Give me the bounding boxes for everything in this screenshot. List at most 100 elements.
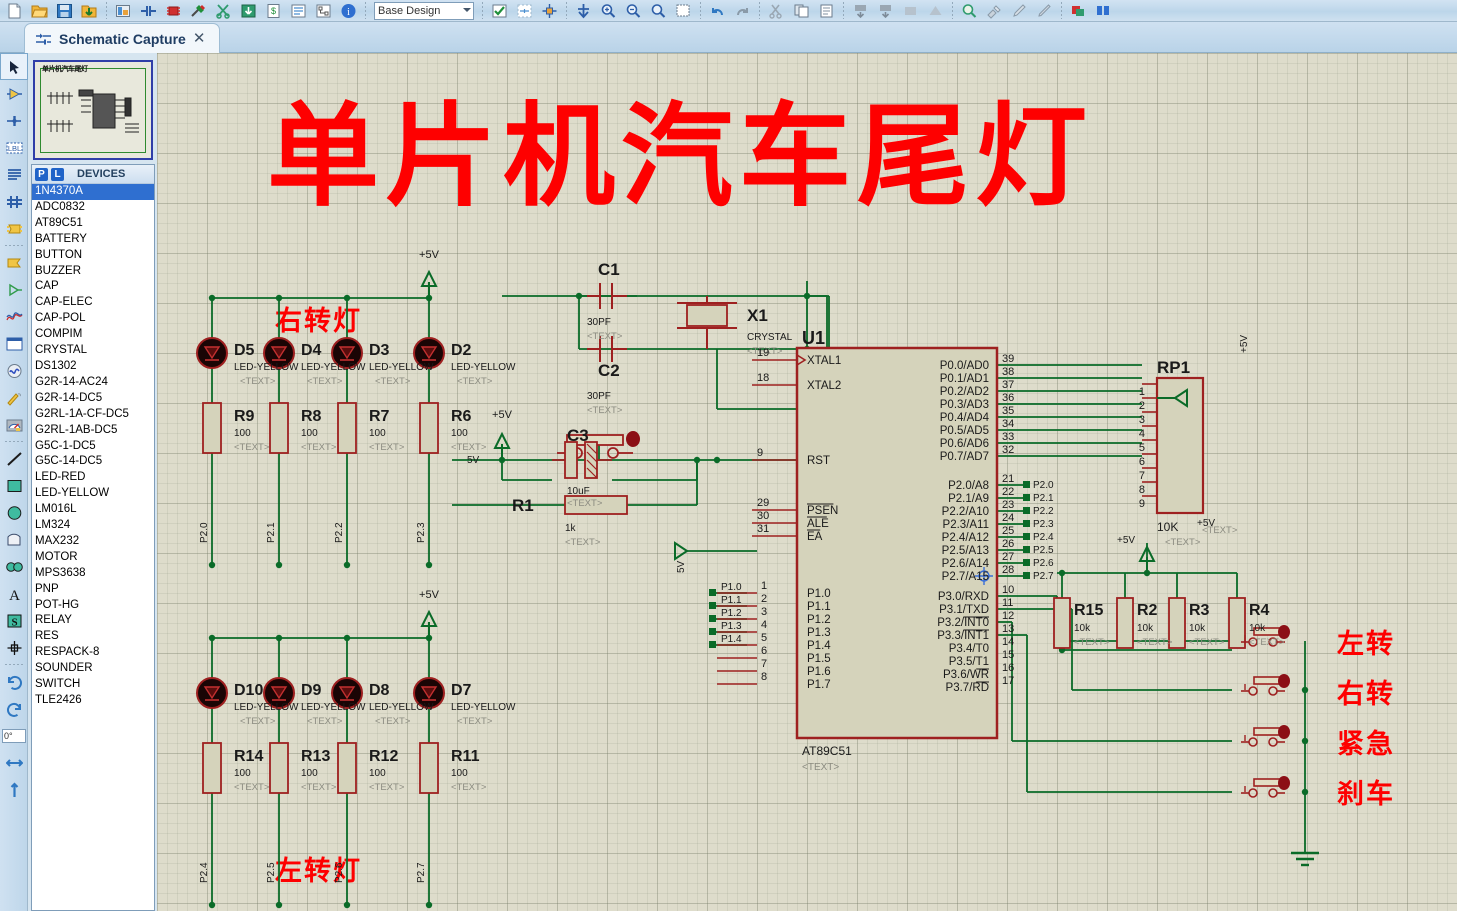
mirror-vertical-button[interactable] bbox=[0, 776, 28, 803]
text-tool-button[interactable]: A bbox=[0, 580, 28, 607]
design-explorer-button[interactable] bbox=[111, 0, 136, 21]
schematic-canvas[interactable]: 单片机汽车尾灯 右转灯 左转灯 左转 右转 紧急 刹车 D5 LED-YELLO… bbox=[157, 53, 1457, 911]
device-list-item[interactable]: MOTOR bbox=[32, 550, 154, 566]
component-mode-button[interactable] bbox=[136, 0, 161, 21]
zoom-fit-button[interactable] bbox=[671, 0, 696, 21]
wire-label-mode-button[interactable]: LBL bbox=[0, 134, 28, 161]
redo-button[interactable] bbox=[730, 0, 755, 21]
device-list-item[interactable]: BATTERY bbox=[32, 232, 154, 248]
graph-mode-button[interactable] bbox=[0, 303, 28, 330]
virtual-instrument-mode-button[interactable] bbox=[0, 411, 28, 438]
block-copy-button[interactable] bbox=[848, 0, 873, 21]
pcb-transfer-button[interactable] bbox=[1066, 0, 1091, 21]
circle-tool-button[interactable] bbox=[0, 499, 28, 526]
annotate-button[interactable] bbox=[1007, 0, 1032, 21]
zoom-in-button[interactable] bbox=[596, 0, 621, 21]
component-mode-icon[interactable] bbox=[0, 80, 28, 107]
device-list-item[interactable]: LED-RED bbox=[32, 470, 154, 486]
generator-mode-button[interactable] bbox=[0, 357, 28, 384]
bus-mode-button[interactable] bbox=[0, 188, 28, 215]
device-list-item[interactable]: G2RL-1AB-DC5 bbox=[32, 423, 154, 439]
junction-dot-mode-button[interactable] bbox=[0, 107, 28, 134]
pan-button[interactable] bbox=[571, 0, 596, 21]
device-list-item[interactable]: G5C-1-DC5 bbox=[32, 439, 154, 455]
probe-tool-button[interactable] bbox=[186, 0, 211, 21]
device-list-item[interactable]: SWITCH bbox=[32, 677, 154, 693]
box-tool-button[interactable] bbox=[0, 472, 28, 499]
text-script-mode-button[interactable] bbox=[0, 161, 28, 188]
pcb-layout-button[interactable] bbox=[311, 0, 336, 21]
grid-snap-button[interactable] bbox=[512, 0, 537, 21]
device-list-item[interactable]: CRYSTAL bbox=[32, 343, 154, 359]
device-list-item[interactable]: 1N4370A bbox=[32, 184, 154, 200]
device-list-item[interactable]: CAP bbox=[32, 279, 154, 295]
device-list-item[interactable]: RELAY bbox=[32, 613, 154, 629]
block-rotate-button[interactable] bbox=[898, 0, 923, 21]
preview-pane[interactable]: 单片机汽车尾灯 bbox=[33, 60, 153, 160]
zoom-area-button[interactable] bbox=[646, 0, 671, 21]
library-icon[interactable]: L bbox=[51, 167, 64, 181]
marker-tool-button[interactable] bbox=[0, 634, 28, 661]
cut-tool-button[interactable] bbox=[211, 0, 236, 21]
device-list-item[interactable]: COMPIM bbox=[32, 327, 154, 343]
device-list-item[interactable]: CAP-POL bbox=[32, 311, 154, 327]
origin-button[interactable] bbox=[537, 0, 562, 21]
path-tool-button[interactable] bbox=[0, 553, 28, 580]
voltage-probe-mode-button[interactable] bbox=[0, 384, 28, 411]
tab-schematic-capture[interactable]: Schematic Capture ✕ bbox=[24, 23, 221, 53]
device-list-item[interactable]: POT-HG bbox=[32, 598, 154, 614]
device-list-item[interactable]: DS1302 bbox=[32, 359, 154, 375]
device-list-item[interactable]: BUZZER bbox=[32, 264, 154, 280]
cut-button[interactable] bbox=[764, 0, 789, 21]
new-file-button[interactable] bbox=[2, 0, 27, 21]
device-list-item[interactable]: BUTTON bbox=[32, 248, 154, 264]
subcircuit-mode-button[interactable] bbox=[0, 215, 28, 242]
device-list-item[interactable]: RES bbox=[32, 629, 154, 645]
package-tool-button[interactable] bbox=[161, 0, 186, 21]
open-file-button[interactable] bbox=[27, 0, 52, 21]
device-list-item[interactable]: RESPACK-8 bbox=[32, 645, 154, 661]
device-list-item[interactable]: G5C-14-DC5 bbox=[32, 454, 154, 470]
rotation-value[interactable]: 0° bbox=[2, 728, 26, 743]
device-list-item[interactable]: G2RL-1A-CF-DC5 bbox=[32, 407, 154, 423]
device-list-item[interactable]: LM324 bbox=[32, 518, 154, 534]
device-pin-mode-button[interactable] bbox=[0, 276, 28, 303]
property-assign-button[interactable] bbox=[982, 0, 1007, 21]
block-delete-button[interactable] bbox=[923, 0, 948, 21]
device-list-item[interactable]: AT89C51 bbox=[32, 216, 154, 232]
rotate-clockwise-button[interactable] bbox=[0, 668, 28, 695]
report-button[interactable] bbox=[286, 0, 311, 21]
info-button[interactable]: i bbox=[336, 0, 361, 21]
tile-windows-button[interactable] bbox=[1091, 0, 1116, 21]
copy-button[interactable] bbox=[789, 0, 814, 21]
mirror-horizontal-button[interactable] bbox=[0, 749, 28, 776]
bom-button[interactable] bbox=[236, 0, 261, 21]
save-button[interactable] bbox=[52, 0, 77, 21]
search-button[interactable] bbox=[957, 0, 982, 21]
device-list-item[interactable]: LED-YELLOW bbox=[32, 486, 154, 502]
device-list-item[interactable]: MPS3638 bbox=[32, 566, 154, 582]
arc-tool-button[interactable] bbox=[0, 526, 28, 553]
device-list-item[interactable]: LM016L bbox=[32, 502, 154, 518]
device-list-item[interactable]: G2R-14-DC5 bbox=[32, 391, 154, 407]
erc-check-button[interactable] bbox=[487, 0, 512, 21]
rotate-anticlockwise-button[interactable] bbox=[0, 695, 28, 722]
pencil-button[interactable] bbox=[1032, 0, 1057, 21]
line-tool-button[interactable] bbox=[0, 445, 28, 472]
rotation-value-field[interactable]: 0° bbox=[0, 722, 28, 749]
device-list-item[interactable]: MAX232 bbox=[32, 534, 154, 550]
device-list-item[interactable]: CAP-ELEC bbox=[32, 295, 154, 311]
design-sheet-select[interactable]: Base Design bbox=[374, 1, 474, 20]
import-button[interactable] bbox=[77, 0, 102, 21]
device-list-item[interactable]: SOUNDER bbox=[32, 661, 154, 677]
pick-device-icon[interactable]: P bbox=[35, 167, 48, 181]
paste-button[interactable] bbox=[814, 0, 839, 21]
close-icon[interactable]: ✕ bbox=[193, 31, 206, 46]
device-list-item[interactable]: TLE2426 bbox=[32, 693, 154, 709]
devices-list[interactable]: 1N4370A ADC0832 AT89C51 BATTERY BUTTON BUZZER… bbox=[32, 184, 154, 709]
device-list-item[interactable]: G2R-14-AC24 bbox=[32, 375, 154, 391]
device-list-item[interactable]: PNP bbox=[32, 582, 154, 598]
terminals-mode-button[interactable] bbox=[0, 249, 28, 276]
selection-mode-button[interactable] bbox=[0, 53, 28, 80]
tape-recorder-mode-button[interactable] bbox=[0, 330, 28, 357]
